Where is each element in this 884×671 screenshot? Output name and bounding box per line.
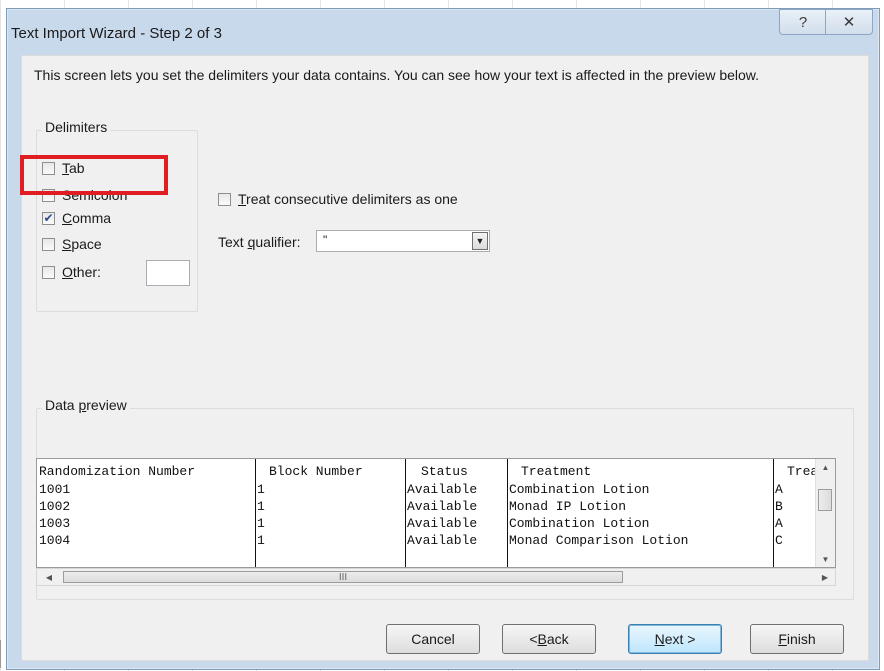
delimiters-group-label: Delimiters [42, 119, 111, 135]
grip-icon: III [338, 571, 348, 583]
data-preview-label: Data preview [42, 397, 130, 413]
consecutive-delimiters-row[interactable]: Treat consecutive delimiters as one [218, 191, 458, 207]
title-bar[interactable]: Text Import Wizard - Step 2 of 3 ? ✕ [7, 9, 879, 53]
comma-label: Comma [62, 210, 112, 226]
cancel-button[interactable]: Cancel [386, 624, 480, 654]
space-checkbox[interactable] [42, 237, 55, 251]
preview-cell: Available [407, 499, 478, 514]
comma-checkbox[interactable]: ✔ [42, 211, 55, 225]
preview-cell: 1 [257, 499, 265, 514]
intro-text: This screen lets you set the delimiters … [34, 67, 760, 83]
preview-cell: Combination Lotion [509, 482, 650, 497]
preview-cell: 1001 [39, 482, 71, 497]
preview-cell: Available [407, 516, 478, 531]
data-preview-grid[interactable]: Randomization Number Block Number Status Tr… [36, 458, 836, 568]
scroll-right-icon[interactable]: ▶ [817, 569, 833, 585]
preview-cell: 1 [257, 516, 265, 531]
next-button[interactable]: Next > [628, 624, 722, 654]
preview-cell: A [775, 482, 783, 497]
space-checkbox-row[interactable]: Space [42, 236, 102, 252]
preview-cell: Monad IP Lotion [509, 499, 627, 514]
preview-cell: Available [407, 533, 478, 548]
preview-cell: 1 [257, 482, 265, 497]
text-qualifier-label: Text qualifier: [218, 234, 301, 250]
close-icon: ✕ [842, 14, 856, 31]
checkmark-icon: ✔ [43, 211, 54, 225]
text-qualifier-dropdown[interactable]: " ▼ [316, 230, 490, 252]
preview-cell: Combination Lotion [509, 516, 650, 531]
consecutive-delimiters-label: Treat consecutive delimiters as one [238, 191, 458, 207]
dropdown-arrow-icon[interactable]: ▼ [472, 232, 488, 250]
preview-cell: 1002 [39, 499, 71, 514]
other-checkbox-row[interactable]: Other: [42, 264, 101, 280]
other-checkbox[interactable] [42, 265, 55, 279]
scroll-down-icon[interactable]: ▼ [816, 551, 835, 567]
close-button[interactable]: ✕ [825, 9, 873, 35]
space-label: Space [62, 236, 102, 252]
preview-column-header: Block Number [269, 464, 363, 479]
back-button[interactable]: < Back [502, 624, 596, 654]
other-label: Other: [62, 264, 101, 280]
preview-table: Randomization Number Block Number Status Tr… [37, 459, 837, 569]
preview-cell: 1 [257, 533, 265, 548]
comma-checkbox-row[interactable]: ✔ Comma [42, 210, 111, 226]
help-button[interactable]: ? [779, 9, 827, 35]
comma-highlight-box [20, 155, 168, 195]
finish-button[interactable]: Finish [750, 624, 844, 654]
preview-cell: C [775, 533, 783, 548]
consecutive-delimiters-checkbox[interactable] [218, 192, 231, 206]
help-icon: ? [798, 13, 808, 31]
background-divider [0, 640, 5, 668]
horizontal-scroll-thumb[interactable]: III [63, 571, 623, 583]
preview-cell: 1003 [39, 516, 71, 531]
preview-cell: Monad Comparison Lotion [509, 533, 689, 548]
text-import-wizard-dialog: Text Import Wizard - Step 2 of 3 ? ✕ Thi… [6, 8, 880, 670]
preview-cell: A [775, 516, 783, 531]
scroll-thumb[interactable] [818, 489, 832, 511]
preview-cell: 1004 [39, 533, 71, 548]
text-qualifier-value: " [323, 233, 328, 247]
dialog-body: This screen lets you set the delimiters … [20, 55, 869, 661]
other-delimiter-input[interactable] [146, 260, 190, 286]
preview-column-header: Status [421, 464, 468, 479]
scroll-left-icon[interactable]: ◀ [41, 569, 57, 585]
dialog-title: Text Import Wizard - Step 2 of 3 [11, 25, 222, 42]
preview-vertical-scrollbar[interactable]: ▲ ▼ [815, 459, 835, 567]
preview-column-header: Treatment [521, 464, 592, 479]
preview-column-header: Randomization Number [39, 464, 196, 479]
preview-cell: B [775, 499, 783, 514]
scroll-up-icon[interactable]: ▲ [816, 459, 835, 475]
preview-horizontal-scrollbar[interactable]: ◀ III ▶ [36, 568, 836, 586]
preview-cell: Available [407, 482, 478, 497]
